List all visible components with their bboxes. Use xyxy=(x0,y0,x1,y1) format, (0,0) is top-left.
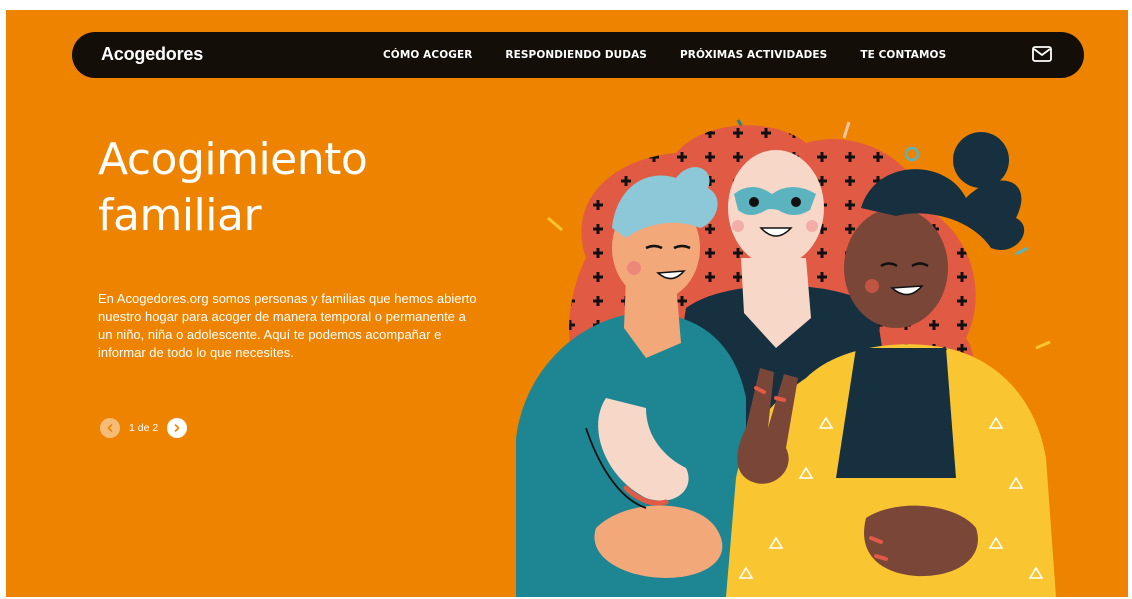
nav-item-como-acoger[interactable]: CÓMO ACOGER xyxy=(383,49,472,61)
prev-slide-button[interactable] xyxy=(100,418,120,438)
site-logo[interactable]: Acogedores xyxy=(101,44,203,65)
chevron-left-icon xyxy=(107,424,113,432)
nav-item-proximas-actividades[interactable]: PRÓXIMAS ACTIVIDADES xyxy=(680,49,827,61)
top-navbar: Acogedores CÓMO ACOGER RESPONDIENDO DUDA… xyxy=(72,32,1084,78)
hero-illustration xyxy=(516,119,1056,597)
hero-title-line-2: familiar xyxy=(98,190,262,241)
slide-pager: 1 de 2 xyxy=(100,418,188,438)
hero-title-line-1: Acogimiento xyxy=(98,134,368,185)
hero-section: Acogedores CÓMO ACOGER RESPONDIENDO DUDA… xyxy=(6,10,1128,597)
main-nav: CÓMO ACOGER RESPONDIENDO DUDAS PRÓXIMAS … xyxy=(372,32,946,78)
nav-item-te-contamos[interactable]: TE CONTAMOS xyxy=(860,49,946,61)
hero-description: En Acogedores.org somos personas y famil… xyxy=(98,291,477,360)
next-slide-button[interactable] xyxy=(167,418,188,438)
pager-label: 1 de 2 xyxy=(129,422,159,434)
envelope-icon[interactable] xyxy=(1032,46,1052,62)
hero-title: Acogimiento familiar xyxy=(98,132,458,244)
chevron-right-icon xyxy=(174,424,180,432)
nav-item-respondiendo-dudas[interactable]: RESPONDIENDO DUDAS xyxy=(505,49,647,61)
